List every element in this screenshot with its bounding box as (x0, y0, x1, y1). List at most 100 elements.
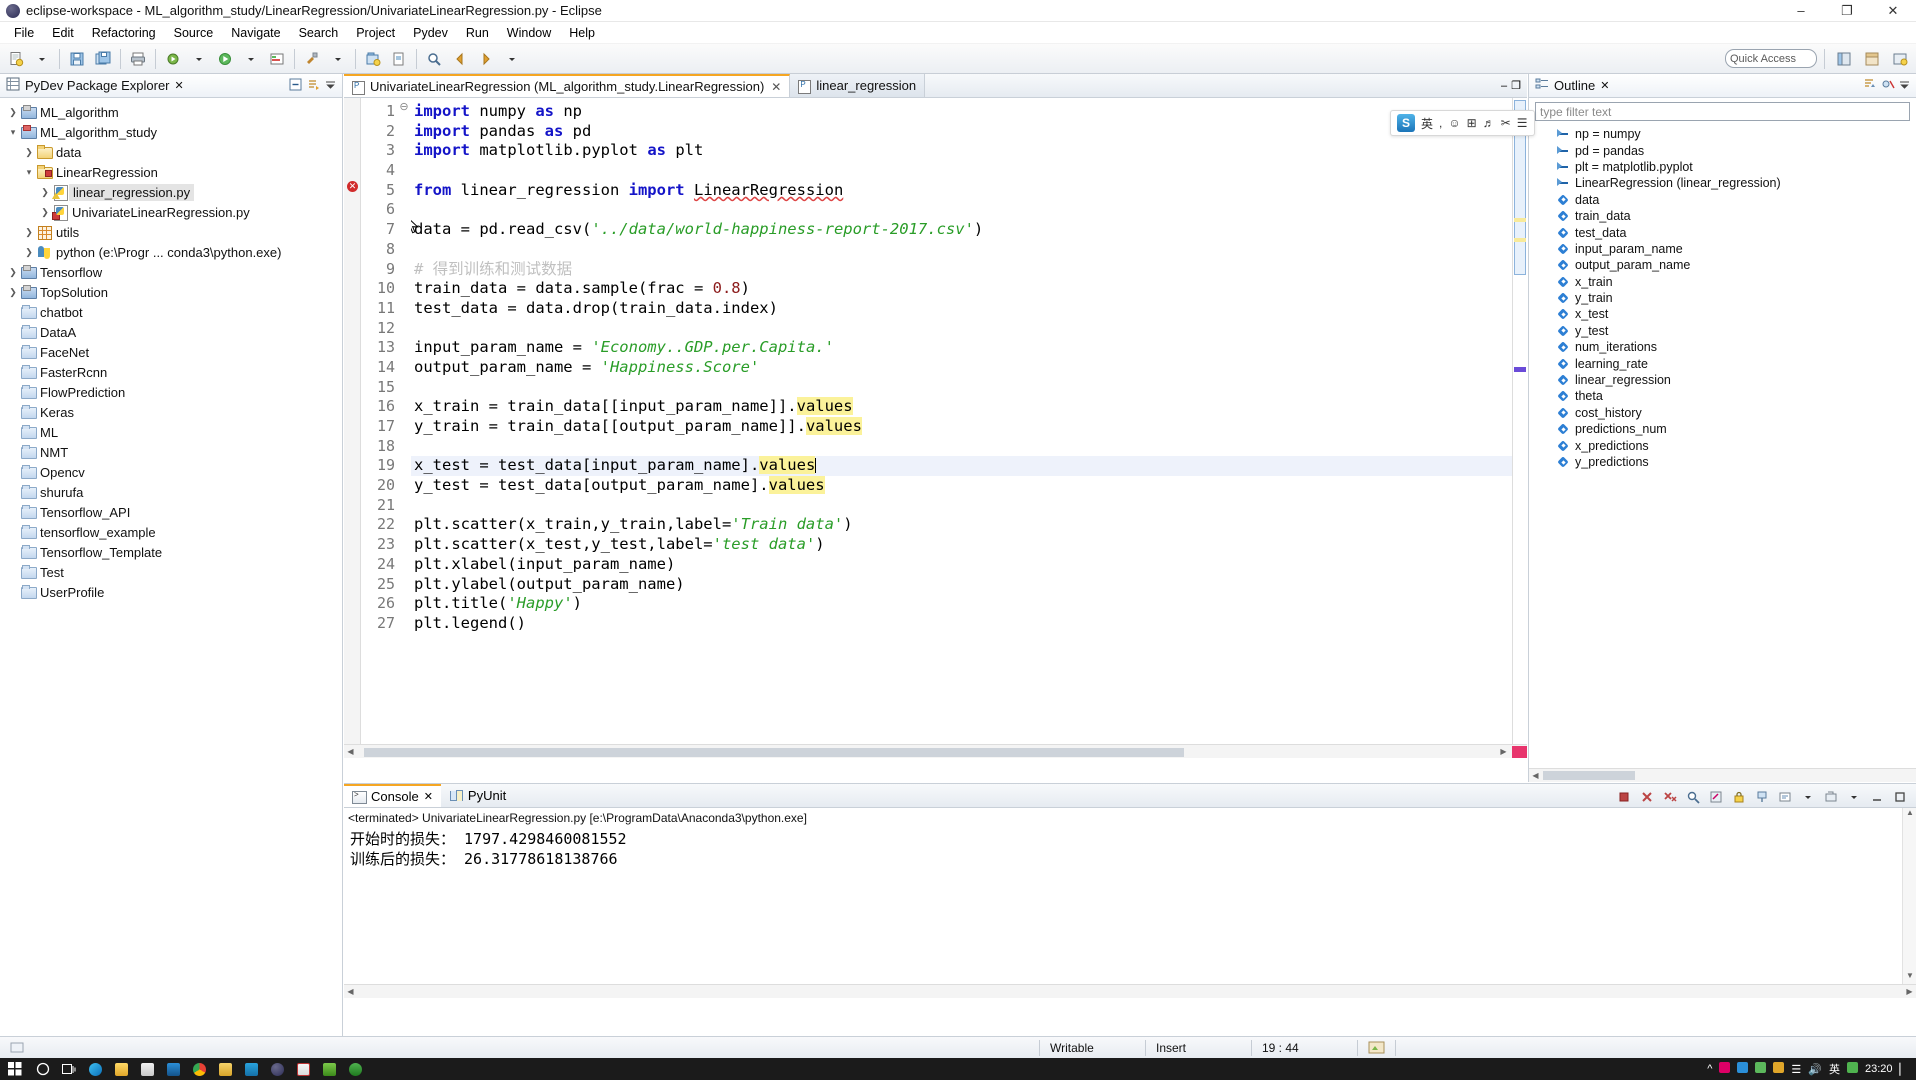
print-button[interactable] (126, 47, 150, 71)
outline-item[interactable]: x_test (1529, 306, 1916, 322)
tray-sogou-icon[interactable] (1847, 1062, 1858, 1076)
display-selected-console-icon[interactable] (1775, 787, 1795, 807)
tray-icon-2[interactable] (1737, 1062, 1749, 1076)
taskbar-edge-icon[interactable] (82, 1058, 108, 1080)
outline-item[interactable]: x_train (1529, 274, 1916, 290)
outline-item[interactable]: theta (1529, 388, 1916, 404)
chevron-right-icon[interactable]: ❯ (6, 287, 20, 298)
taskbar-anaconda-icon[interactable] (342, 1058, 368, 1080)
tab-console[interactable]: Console ✕ (344, 784, 441, 807)
chevron-right-icon[interactable]: ❯ (6, 107, 20, 118)
menu-source[interactable]: Source (165, 24, 223, 42)
maximize-button[interactable]: ❐ (1824, 0, 1870, 22)
tray-icon-1[interactable] (1719, 1062, 1731, 1076)
code-line[interactable] (411, 200, 1512, 220)
hide-fields-icon[interactable] (1880, 77, 1895, 95)
taskbar-sogou-icon[interactable] (316, 1058, 342, 1080)
run-dropdown-icon[interactable] (239, 47, 263, 71)
new-pydev-project-button[interactable] (361, 47, 385, 71)
tray-volume-icon[interactable]: 🔊 (1808, 1063, 1822, 1076)
code-line[interactable] (411, 496, 1512, 516)
tree-item[interactable]: FasterRcnn (0, 362, 342, 382)
hscroll-thumb[interactable] (364, 747, 1184, 757)
code-line[interactable]: data = pd.read_csv('../data/world-happin… (411, 220, 1512, 240)
explorer-tree[interactable]: ❯ ML_algorithm ▾ ML_algorithm_study ❯ data ▾ Li… (0, 98, 342, 602)
external-tools-dropdown-icon[interactable] (326, 47, 350, 71)
tree-item[interactable]: ❯ TopSolution (0, 282, 342, 302)
view-menu-icon[interactable] (324, 78, 337, 94)
outline-item[interactable]: cost_history (1529, 405, 1916, 421)
tree-item[interactable]: ❯ utils (0, 222, 342, 242)
outline-item[interactable]: y_test (1529, 323, 1916, 339)
outline-item[interactable]: y_predictions (1529, 454, 1916, 470)
code-line[interactable]: output_param_name = 'Happiness.Score' (411, 358, 1512, 378)
console-output[interactable]: 开始时的损失： 1797.4298460081552 训练后的损失： 26.317… (344, 827, 1916, 871)
menu-pydev[interactable]: Pydev (404, 24, 457, 42)
outline-item[interactable]: output_param_name (1529, 257, 1916, 273)
ime-scissors-icon[interactable]: ✂ (1501, 116, 1511, 130)
ime-mode-label[interactable]: 英 (1421, 115, 1433, 132)
code-line[interactable]: import pandas as pd (411, 122, 1512, 142)
menu-search[interactable]: Search (290, 24, 348, 42)
close-button[interactable]: ✕ (1870, 0, 1916, 22)
taskbar-folder-icon[interactable] (212, 1058, 238, 1080)
code-line[interactable]: y_test = test_data[output_param_name].va… (411, 476, 1512, 496)
console-scroll-down-icon[interactable]: ▼ (1903, 971, 1916, 984)
outline-filter-input[interactable]: type filter text (1535, 102, 1910, 121)
ime-keyboard-icon[interactable]: ⊞ (1467, 116, 1477, 130)
outline-item[interactable]: test_data (1529, 224, 1916, 240)
ime-more-icon[interactable]: ☰ (1517, 116, 1528, 130)
debug-dropdown-icon[interactable] (187, 47, 211, 71)
chevron-right-icon[interactable]: ❯ (22, 227, 36, 238)
ime-mic-icon[interactable]: ♬ (1483, 116, 1495, 130)
tree-item[interactable]: tensorflow_example (0, 522, 342, 542)
code-line[interactable]: plt.ylabel(output_param_name) (411, 575, 1512, 595)
new-pydev-module-button[interactable] (387, 47, 411, 71)
code-text-area[interactable]: import numpy as np import pandas as pd imp… (411, 98, 1512, 758)
tree-item[interactable]: ML (0, 422, 342, 442)
chevron-right-icon[interactable]: ❯ (22, 147, 36, 158)
tree-item[interactable]: Tensorflow_API (0, 502, 342, 522)
coverage-button[interactable] (265, 47, 289, 71)
editor-tab[interactable]: UnivariateLinearRegression (ML_algorithm… (344, 74, 791, 97)
console-scroll-left-icon[interactable]: ◀ (344, 987, 357, 996)
tree-item[interactable]: ❯ Tensorflow (0, 262, 342, 282)
perspective-debug-icon[interactable] (1860, 47, 1884, 71)
tree-item[interactable]: ❯ UnivariateLinearRegression.py (0, 202, 342, 222)
code-line[interactable] (411, 319, 1512, 339)
code-line[interactable] (411, 240, 1512, 260)
chevron-down-icon[interactable]: ▾ (6, 127, 20, 138)
outline-close-icon[interactable]: ✕ (1600, 79, 1609, 92)
tree-item[interactable]: ▾ ML_algorithm_study (0, 122, 342, 142)
outline-item[interactable]: train_data (1529, 208, 1916, 224)
code-line[interactable]: plt.scatter(x_test,y_test,label='test da… (411, 535, 1512, 555)
scroll-right-icon[interactable]: ▶ (1497, 747, 1510, 756)
forward-button[interactable] (474, 47, 498, 71)
outline-item[interactable]: y_train (1529, 290, 1916, 306)
code-line[interactable]: train_data = data.sample(frac = 0.8) (411, 279, 1512, 299)
sogou-logo-icon[interactable]: S (1397, 114, 1415, 132)
taskbar-chrome-icon[interactable] (186, 1058, 212, 1080)
back-button[interactable] (448, 47, 472, 71)
back-dropdown-icon[interactable] (500, 47, 524, 71)
save-all-button[interactable] (91, 47, 115, 71)
tree-item[interactable]: NMT (0, 442, 342, 462)
console-maximize-icon[interactable] (1890, 787, 1910, 807)
menu-navigate[interactable]: Navigate (222, 24, 289, 42)
chevron-down-icon[interactable]: ▾ (22, 167, 36, 178)
tree-item[interactable]: Opencv (0, 462, 342, 482)
taskbar-mail-icon[interactable] (134, 1058, 160, 1080)
outline-item[interactable]: input_param_name (1529, 241, 1916, 257)
outline-item[interactable]: data (1529, 192, 1916, 208)
overview-ruler[interactable] (1512, 98, 1527, 758)
editor-minimize-icon[interactable]: – (1501, 80, 1507, 92)
open-perspective-icon[interactable] (1888, 47, 1912, 71)
code-line[interactable]: x_test = test_data[input_param_name].val… (411, 456, 1512, 477)
console-dropdown2-icon[interactable] (1844, 787, 1864, 807)
outline-list[interactable]: np = numpy pd = pandas plt = matplotlib.py… (1529, 123, 1916, 470)
editor-tab[interactable]: linear_regression (790, 74, 926, 97)
outline-item[interactable]: plt = matplotlib.pyplot (1529, 159, 1916, 175)
outline-hscroll-thumb[interactable] (1543, 771, 1635, 780)
console-scroll-right-icon[interactable]: ▶ (1903, 987, 1916, 996)
cortana-search-icon[interactable] (30, 1058, 56, 1080)
